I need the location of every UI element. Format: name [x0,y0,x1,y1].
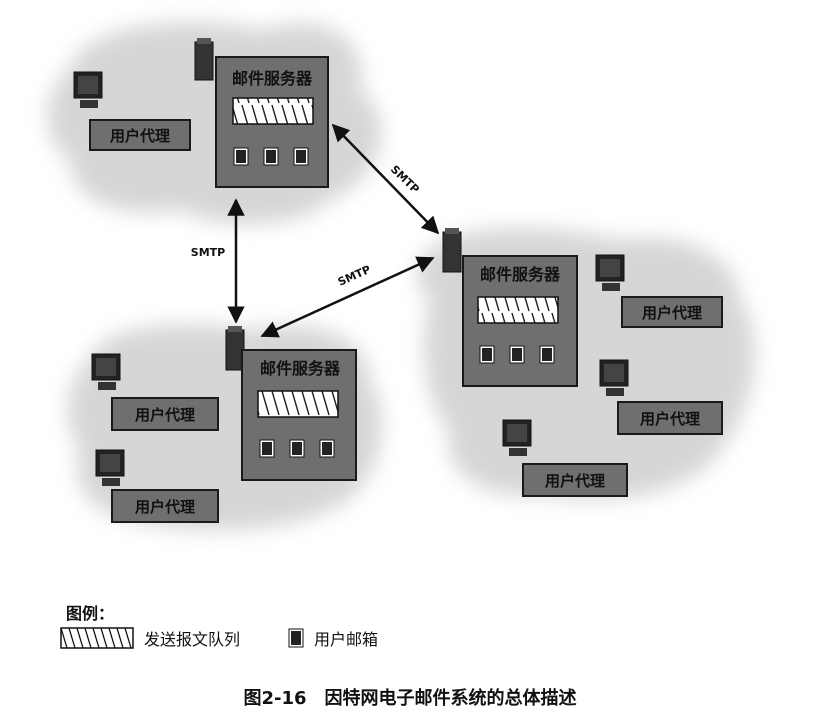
send-queue [257,390,339,418]
smtp-label-bottom-right: SMTP [336,263,373,289]
user-agent-label: 用户代理 [545,472,605,490]
send-queue [477,296,559,324]
mail-server-label: 邮件服务器 [480,265,561,284]
mail-server-label: 邮件服务器 [232,69,313,88]
user-agent-label: 用户代理 [110,127,170,145]
mail-server-label: 邮件服务器 [260,359,341,378]
legend-mailbox-label: 用户邮箱 [314,630,379,649]
user-agent-label: 用户代理 [642,304,702,322]
smtp-label-top-right: SMTP [388,163,422,196]
user-agent-label: 用户代理 [135,406,195,424]
legend: 图例： 发送报文队列 用户邮箱 [60,600,520,660]
figure-caption: 图2-16 因特网电子邮件系统的总体描述 [243,688,577,709]
user-agent-label: 用户代理 [135,498,195,516]
smtp-link-bottom-right [260,256,435,338]
user-mailboxes [259,439,335,458]
legend-items: 发送报文队列 用户邮箱 [60,626,378,650]
send-queue-icon [60,627,134,649]
legend-queue-label: 发送报文队列 [144,630,241,649]
legend-title: 图例： [66,604,115,623]
send-queue [232,97,314,125]
user-mailboxes [233,147,309,166]
user-mailboxes [479,345,555,364]
smtp-label-top-bottom: SMTP [191,246,225,259]
mail-server-bottom: 邮件服务器 [225,326,357,481]
user-agent-label: 用户代理 [640,410,700,428]
user-mailbox-icon [288,628,304,648]
